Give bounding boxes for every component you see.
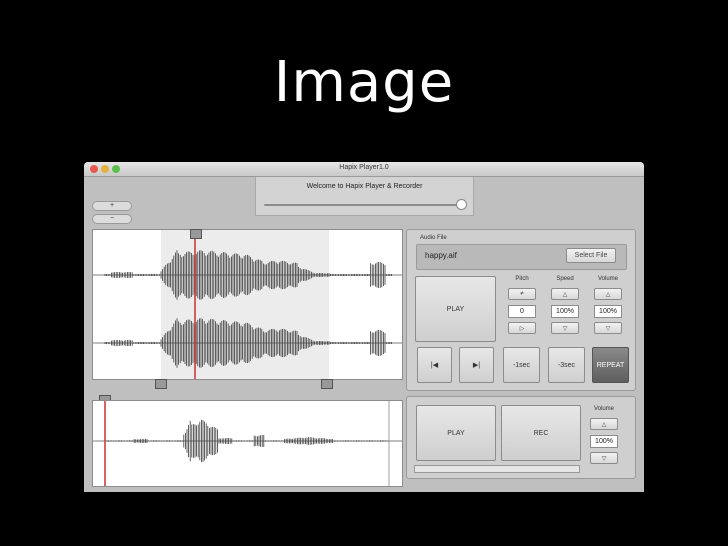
speed-label: Speed <box>556 276 574 282</box>
repeat-button[interactable]: REPEAT <box>592 347 629 383</box>
recording-waveform-view[interactable] <box>92 400 403 487</box>
speed-value: 100% <box>551 305 579 318</box>
selection-start-handle[interactable] <box>155 379 167 389</box>
minus-1sec-button[interactable]: -1sec <box>503 347 540 383</box>
zoom-out-button[interactable]: − <box>92 214 132 224</box>
slide-title: Image <box>273 50 455 115</box>
pitch-reset-button[interactable]: ≠ <box>508 288 536 300</box>
welcome-text: Welcome to Hapix Player & Recorder <box>306 183 423 190</box>
volume-up-button[interactable]: △ <box>594 288 622 300</box>
waveform-svg <box>93 230 402 379</box>
record-volume-up-button[interactable]: △ <box>590 418 618 430</box>
volume-label: Volume <box>597 276 618 282</box>
record-volume-down-button[interactable]: ▽ <box>590 452 618 464</box>
zoom-in-button[interactable]: + <box>92 201 132 211</box>
rec-button[interactable]: REC <box>501 405 581 461</box>
volume-down-button[interactable]: ▽ <box>594 322 622 334</box>
minus-3sec-button[interactable]: -3sec <box>548 347 585 383</box>
select-file-button[interactable]: Select File <box>566 248 616 263</box>
pitch-value: 0 <box>508 305 536 318</box>
window-title: Hapix Player1.0 <box>339 164 389 171</box>
pitch-label: Pitch <box>515 276 529 282</box>
welcome-banner: Welcome to Hapix Player & Recorder <box>255 177 474 216</box>
pitch-play-button[interactable]: ▷ <box>508 322 536 334</box>
volume-value: 100% <box>594 305 622 318</box>
record-volume-value: 100% <box>590 435 618 448</box>
record-volume-label: Volume <box>593 406 614 412</box>
speed-up-button[interactable]: △ <box>551 288 579 300</box>
record-play-button[interactable]: PLAY <box>416 405 496 461</box>
position-slider-track[interactable] <box>264 204 462 206</box>
skip-back-button[interactable]: |◀ <box>417 347 452 383</box>
playhead-handle[interactable] <box>190 229 202 239</box>
audio-file-label: Audio File <box>420 235 447 241</box>
app-window: Hapix Player1.0 Welcome to Hapix Player … <box>84 162 644 492</box>
recording-waveform-svg <box>93 401 402 486</box>
title-bar: Hapix Player1.0 <box>84 162 644 177</box>
speed-down-button[interactable]: ▽ <box>551 322 579 334</box>
play-button[interactable]: PLAY <box>415 276 496 342</box>
skip-forward-button[interactable]: ▶| <box>459 347 494 383</box>
selection-end-handle[interactable] <box>321 379 333 389</box>
waveform-view[interactable] <box>92 229 403 380</box>
record-level-meter <box>414 465 580 473</box>
file-name: happy.aif <box>425 251 457 260</box>
position-slider-knob[interactable] <box>456 199 467 210</box>
